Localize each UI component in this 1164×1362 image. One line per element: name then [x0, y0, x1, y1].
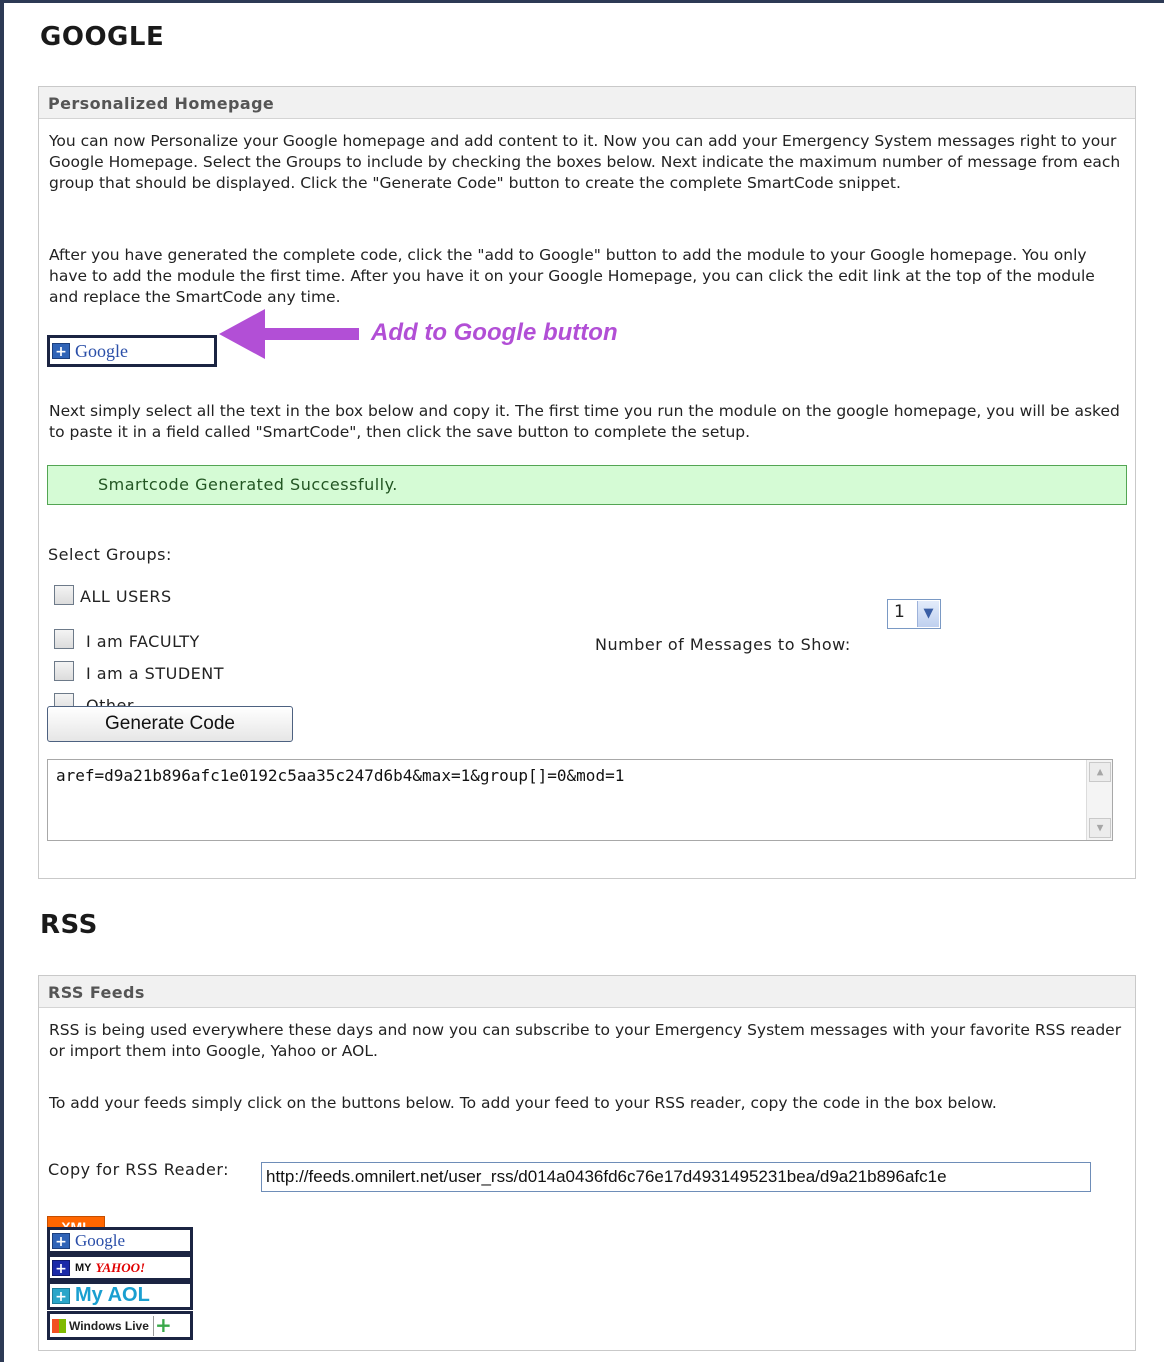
- rss-panel-header: RSS Feeds: [39, 976, 1135, 1008]
- plus-icon: +: [52, 343, 70, 360]
- google-intro-paragraph-2: After you have generated the complete co…: [49, 246, 1095, 306]
- chevron-down-icon[interactable]: ▼: [917, 601, 939, 627]
- checkbox-all-users[interactable]: [54, 585, 74, 605]
- scroll-up-icon[interactable]: ▲: [1089, 762, 1111, 782]
- plus-icon: +: [52, 1287, 70, 1305]
- plus-icon: +: [52, 1259, 70, 1277]
- num-messages-label: Number of Messages to Show:: [595, 635, 851, 654]
- rss-panel: RSS Feeds RSS is being used everywhere t…: [38, 975, 1136, 1351]
- smartcode-value: aref=d9a21b896afc1e0192c5aa35c247d6b4&ma…: [56, 766, 625, 785]
- plus-icon: +: [52, 1232, 70, 1250]
- rss-copy-label: Copy for RSS Reader:: [48, 1160, 230, 1179]
- green-plus-icon: +: [152, 1315, 173, 1336]
- select-groups-label: Select Groups:: [48, 545, 172, 564]
- group-label-faculty: I am FACULTY: [86, 632, 200, 651]
- add-to-google-button[interactable]: + Google: [47, 335, 217, 367]
- google-intro-paragraph-3: Next simply select all the text in the b…: [49, 402, 1120, 441]
- add-to-windows-live-button[interactable]: Windows Live +: [47, 1311, 193, 1340]
- google-rss-label: Google: [75, 1230, 126, 1250]
- google-section-title: GOOGLE: [40, 22, 165, 52]
- yahoo-logo-label: YAHOO!: [95, 1259, 146, 1275]
- add-to-my-aol-button[interactable]: + My AOL: [47, 1281, 193, 1310]
- rss-section-title: RSS: [40, 910, 98, 940]
- generate-code-button[interactable]: Generate Code: [47, 706, 293, 742]
- smartcode-textarea[interactable]: aref=d9a21b896afc1e0192c5aa35c247d6b4&ma…: [47, 759, 1113, 841]
- num-messages-value: 1: [894, 602, 905, 622]
- annotation-arrow-icon: [219, 309, 359, 359]
- checkbox-student[interactable]: [54, 661, 74, 681]
- rss-paragraph-1: RSS is being used everywhere these days …: [49, 1021, 1122, 1060]
- rss-feed-url-input[interactable]: http://feeds.omnilert.net/user_rss/d014a…: [261, 1162, 1091, 1192]
- annotation-label: Add to Google button: [371, 319, 618, 346]
- rss-paragraph-2: To add your feeds simply click on the bu…: [49, 1094, 997, 1112]
- group-label-all-users: ALL USERS: [80, 587, 172, 606]
- add-to-my-yahoo-button[interactable]: + MY YAHOO!: [47, 1254, 193, 1281]
- google-panel: Personalized Homepage You can now Person…: [38, 86, 1136, 879]
- my-aol-label: My AOL: [75, 1284, 150, 1306]
- scroll-down-icon[interactable]: ▼: [1089, 818, 1111, 838]
- success-message: Smartcode Generated Successfully.: [47, 465, 1127, 505]
- google-intro-paragraph-1: You can now Personalize your Google home…: [49, 132, 1121, 192]
- group-label-student: I am a STUDENT: [86, 664, 224, 683]
- num-messages-select[interactable]: 1 ▼: [887, 599, 941, 629]
- windows-live-label: Windows Live: [69, 1318, 149, 1333]
- google-panel-header: Personalized Homepage: [39, 87, 1135, 119]
- add-to-google-label: Google: [75, 340, 128, 361]
- add-to-google-rss-button[interactable]: + Google: [47, 1227, 193, 1254]
- my-yahoo-my-label: MY: [75, 1261, 92, 1274]
- windows-logo-icon: [52, 1318, 66, 1333]
- checkbox-faculty[interactable]: [54, 629, 74, 649]
- textarea-scrollbar[interactable]: ▲ ▼: [1086, 760, 1112, 840]
